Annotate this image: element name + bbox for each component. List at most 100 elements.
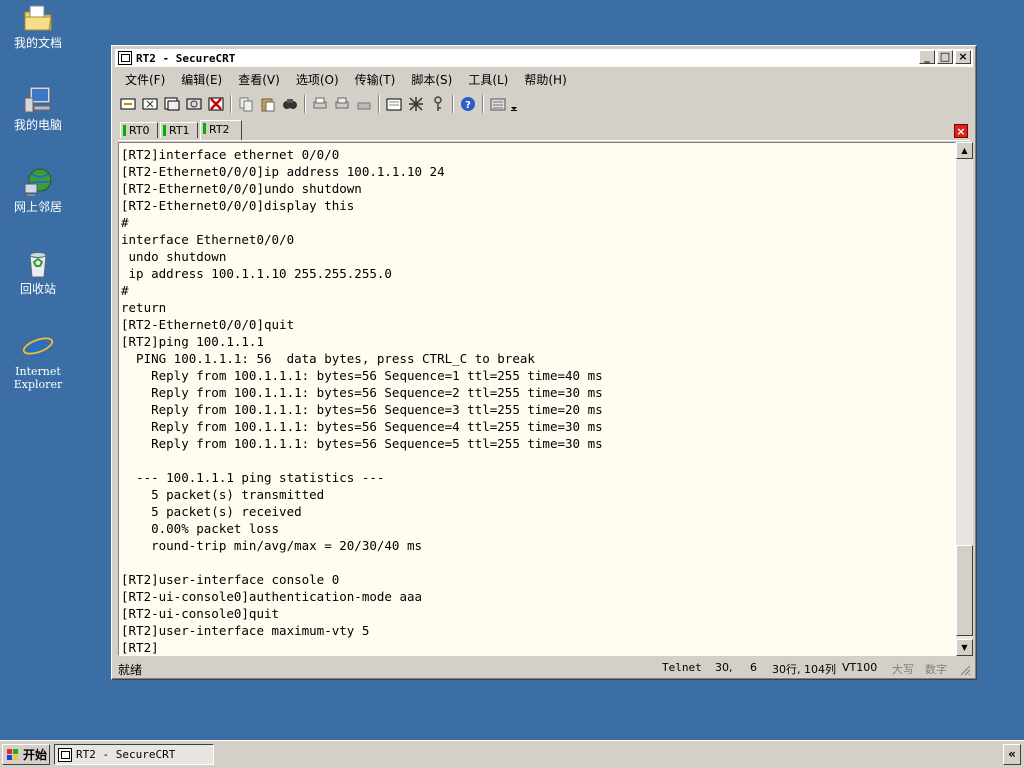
start-label: 开始 <box>23 748 48 762</box>
status-size: 30行, 104列 <box>772 663 836 676</box>
terminal-line: [RT2-ui-console0]authentication-mode aaa <box>121 589 423 604</box>
vertical-scrollbar[interactable]: ▲ ▼ <box>956 142 973 656</box>
terminal-line: # <box>121 283 129 298</box>
menu-script[interactable]: 脚本(S) <box>401 71 458 88</box>
terminal-line: Reply from 100.1.1.1: bytes=56 Sequence=… <box>121 385 603 400</box>
securecrt-window: RT2 - SecureCRT _ □ × 文件(F) 编辑(E) 查看(V) … <box>111 45 977 680</box>
tab-status-indicator <box>163 125 166 136</box>
terminal-line: [RT2-Ethernet0/0/0]ip address 100.1.1.10… <box>121 164 445 179</box>
terminal-line: Reply from 100.1.1.1: bytes=56 Sequence=… <box>121 402 603 417</box>
scroll-thumb[interactable] <box>956 545 973 636</box>
scroll-up-button[interactable]: ▲ <box>956 142 973 159</box>
close-button[interactable]: × <box>955 50 971 64</box>
terminal-line: round-trip min/avg/max = 20/30/40 ms <box>121 538 423 553</box>
securecrt-app-icon <box>58 747 72 762</box>
terminal-line: [RT2-Ethernet0/0/0]quit <box>121 317 295 332</box>
desktop-icon-recycle-bin[interactable]: 回收站 <box>4 248 72 296</box>
taskbar-item-label: RT2 - SecureCRT <box>76 748 176 761</box>
connect-icon[interactable] <box>118 94 138 114</box>
terminal-line: 5 packet(s) received <box>121 504 302 519</box>
toolbar-separator <box>452 95 454 113</box>
terminal-view[interactable]: [RT2]interface ethernet 0/0/0 [RT2-Ethern… <box>118 142 956 656</box>
internet-explorer-icon: e <box>22 330 54 365</box>
menu-edit[interactable]: 编辑(E) <box>171 71 228 88</box>
menu-bar: 文件(F) 编辑(E) 查看(V) 选项(O) 传输(T) 脚本(S) 工具(L… <box>115 69 973 89</box>
key-icon[interactable] <box>428 94 448 114</box>
desktop-icon-internet-explorer[interactable]: e Internet Explorer <box>4 330 72 391</box>
reconnect-icon[interactable] <box>184 94 204 114</box>
scroll-down-button[interactable]: ▼ <box>956 639 973 656</box>
desktop-icon-network-places[interactable]: 网上邻居 <box>4 166 72 214</box>
close-tab-icon[interactable]: × <box>954 124 968 138</box>
desktop-icon-my-documents[interactable]: 我的文档 <box>4 2 72 50</box>
toolbar-separator <box>304 95 306 113</box>
tab-rt1[interactable]: RT1 <box>160 122 198 138</box>
toolbar-separator <box>230 95 232 113</box>
menu-view[interactable]: 查看(V) <box>228 71 286 88</box>
start-button[interactable]: 开始 <box>2 744 50 765</box>
status-protocol: Telnet <box>662 661 702 674</box>
session-options-icon[interactable] <box>384 94 404 114</box>
paste-icon[interactable] <box>258 94 278 114</box>
terminal-line: undo shutdown <box>121 249 227 264</box>
window-title: RT2 - SecureCRT <box>136 51 236 65</box>
terminal-line: [RT2]user-interface maximum-vty 5 <box>121 623 370 638</box>
help-icon[interactable]: ? <box>458 94 478 114</box>
copy-icon[interactable] <box>236 94 256 114</box>
minimize-button[interactable]: _ <box>919 50 935 64</box>
recycle-bin-icon <box>22 248 54 280</box>
terminal-line: Reply from 100.1.1.1: bytes=56 Sequence=… <box>121 436 603 451</box>
disconnect-icon[interactable] <box>206 94 226 114</box>
connect-in-tab-icon[interactable] <box>162 94 182 114</box>
toolbar-separator <box>482 95 484 113</box>
session-tabs: RT0 RT1 RT2 × <box>118 120 970 141</box>
menu-tools[interactable]: 工具(L) <box>458 71 514 88</box>
desktop-icon-label: 网上邻居 <box>13 200 62 214</box>
taskbar: 开始 RT2 - SecureCRT « <box>0 740 1024 768</box>
resize-grip-icon[interactable] <box>959 664 971 676</box>
tab-rt0[interactable]: RT0 <box>120 122 158 138</box>
terminal-line: Reply from 100.1.1.1: bytes=56 Sequence=… <box>121 368 603 383</box>
terminal-line: [RT2]ping 100.1.1.1 <box>121 334 264 349</box>
status-row: 30, <box>715 661 733 674</box>
windows-logo-icon <box>7 748 18 760</box>
terminal-line: [RT2-Ethernet0/0/0]undo shutdown <box>121 181 362 196</box>
terminal-line: return <box>121 300 167 315</box>
find-icon[interactable] <box>280 94 300 114</box>
taskbar-item-securecrt[interactable]: RT2 - SecureCRT <box>54 744 214 765</box>
menu-file[interactable]: 文件(F) <box>115 71 171 88</box>
maximize-button[interactable]: □ <box>937 50 953 64</box>
status-num-lock: 数字 <box>925 663 947 676</box>
tab-rt2[interactable]: RT2 <box>200 120 242 140</box>
terminal-line: # <box>121 215 129 230</box>
terminal-output: [RT2]interface ethernet 0/0/0 [RT2-Ethern… <box>121 146 603 655</box>
print-icon[interactable] <box>310 94 330 114</box>
menu-help[interactable]: 帮助(H) <box>514 71 572 88</box>
tab-label: RT1 <box>169 124 190 137</box>
keymap-icon[interactable] <box>488 94 508 114</box>
global-options-icon[interactable] <box>406 94 426 114</box>
desktop-icon-my-computer[interactable]: 我的电脑 <box>4 84 72 132</box>
toolbar-overflow-icon[interactable] <box>510 94 518 114</box>
print-selection-icon[interactable] <box>332 94 352 114</box>
quick-connect-icon[interactable] <box>140 94 160 114</box>
terminal-line: [RT2] <box>121 640 159 655</box>
toolbar-separator <box>378 95 380 113</box>
menu-options[interactable]: 选项(O) <box>286 71 345 88</box>
status-column: 6 <box>750 661 757 674</box>
desktop-icon-label: Internet Explorer <box>13 365 63 391</box>
terminal-line: [RT2-ui-console0]quit <box>121 606 280 621</box>
terminal-line: PING 100.1.1.1: 56 data bytes, press CTR… <box>121 351 535 366</box>
tray-expand-button[interactable]: « <box>1003 744 1021 765</box>
printer-icon[interactable] <box>354 94 374 114</box>
terminal-line: ip address 100.1.1.10 255.255.255.0 <box>121 266 392 281</box>
status-ready: 就绪 <box>118 663 143 677</box>
terminal-line: [RT2-Ethernet0/0/0]display this <box>121 198 355 213</box>
svg-text:?: ? <box>465 100 471 111</box>
menu-transfer[interactable]: 传输(T) <box>345 71 402 88</box>
tab-label: RT2 <box>209 123 230 136</box>
title-bar[interactable]: RT2 - SecureCRT _ □ × <box>115 49 973 67</box>
toolbar: ? <box>118 92 970 116</box>
